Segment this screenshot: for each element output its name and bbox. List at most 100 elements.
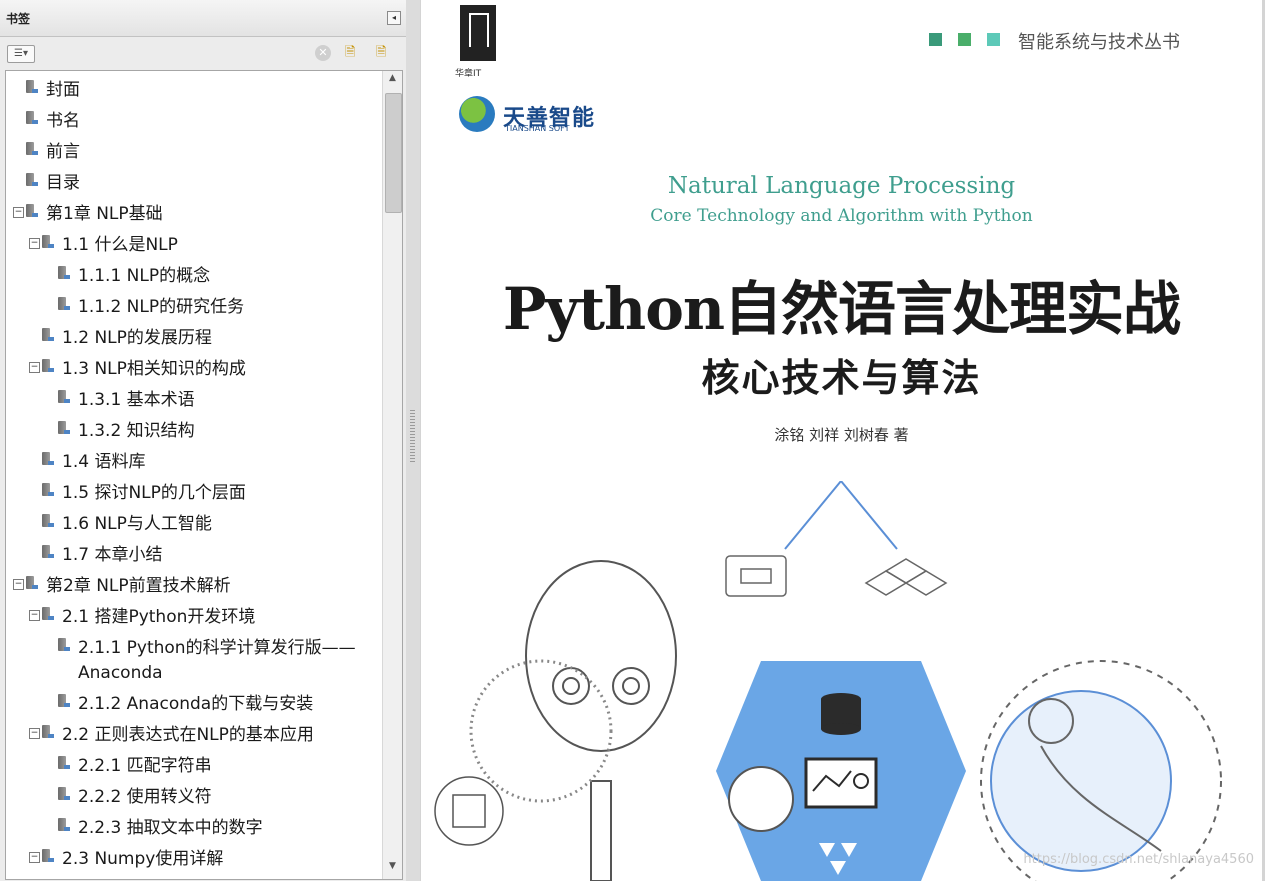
book-title: Python自然语言处理实战 (502, 275, 1181, 343)
bookmark-icon (42, 725, 54, 738)
bookmark-label: 1.7 本章小结 (62, 545, 163, 565)
bookmarks-panel: 书签 ◂ ☰▾ ✕ 🗎 🗎 封面书名前言目录 − 第1章 NLP基础 − 1.1 什么是… (0, 0, 407, 881)
expand-bookmark-icon[interactable]: 🗎 (376, 45, 394, 61)
bookmark-label: 2.1.2 Anaconda的下载与安装 (78, 694, 314, 714)
bookmark-icon (26, 576, 38, 589)
robot-hand-icon (980, 660, 1222, 881)
bookmark-icon (58, 390, 70, 403)
bookmark-label: 1.3 NLP相关知识的构成 (62, 359, 246, 379)
bookmark-icon (26, 173, 38, 186)
bookmark-icon (26, 80, 38, 93)
bookmark-icon (58, 266, 70, 279)
watermark-text: https://blog.csdn.net/shlanaya4560 (1023, 852, 1254, 867)
collapse-panel-button[interactable]: ◂ (387, 11, 401, 25)
new-bookmark-icon[interactable]: 🗎 (345, 45, 363, 61)
delete-bookmark-icon[interactable]: ✕ (315, 45, 331, 61)
grid-square-icon (434, 776, 504, 846)
bookmark-label: 第2章 NLP前置技术解析 (46, 576, 231, 596)
bookmark-label: 1.4 语料库 (62, 452, 146, 472)
bookmark-label: 2.1.1 Python的科学计算发行版—— (78, 638, 356, 658)
bookmark-label: 1.3.1 基本术语 (78, 390, 195, 410)
series-square-icon (929, 33, 942, 46)
bookmark-icon (26, 142, 38, 155)
robot-icon (525, 560, 677, 881)
bookmark-icon (42, 452, 54, 465)
head-profile-icon (728, 766, 794, 832)
bookmark-icon (58, 297, 70, 310)
publisher-logo-icon (460, 5, 496, 61)
bookmark-icon (58, 694, 70, 707)
bookmark-tree: 封面书名前言目录 − 第1章 NLP基础 − 1.1 什么是NLP 1.1.1 NLP的概… (5, 70, 403, 880)
bookmark-icon (42, 359, 54, 372)
bookmark-label: 1.1 什么是NLP (62, 235, 178, 255)
english-subtitle: Core Technology and Algorithm with Pytho… (650, 206, 1033, 226)
triangle-line-icon (784, 481, 898, 550)
series-square-icon (958, 33, 971, 46)
company-logo-icon (459, 96, 495, 132)
dot-pattern-icon (469, 659, 613, 803)
bookmark-label: 1.3.2 知识结构 (78, 421, 195, 441)
bookmark-icon (42, 328, 54, 341)
bookmarks-title: 书签 (6, 12, 31, 26)
collapse-toggle-icon[interactable]: − (13, 207, 24, 218)
publisher-logo-text: 华章IT (455, 69, 482, 79)
panel-splitter[interactable] (406, 0, 420, 881)
authors: 涂铭 刘祥 刘树春 著 (774, 426, 909, 444)
bookmark-icon (42, 483, 54, 496)
cubes-icon (864, 558, 948, 596)
bookmark-label-continued: Anaconda (78, 663, 163, 683)
bookmark-label: 1.2 NLP的发展历程 (62, 328, 212, 348)
company-name-en: TIANSHAN SOFT (505, 124, 570, 133)
bookmarks-header: 书签 ◂ (0, 0, 406, 37)
splitter-grip-icon[interactable] (410, 410, 415, 462)
bookmark-label: 1.1.2 NLP的研究任务 (78, 297, 245, 317)
bookmark-icon (42, 849, 54, 862)
bookmark-icon (42, 545, 54, 558)
bookmark-icon (58, 818, 70, 831)
bookmark-icon (58, 756, 70, 769)
bookmark-icon (26, 111, 38, 124)
collapse-toggle-icon[interactable]: − (13, 579, 24, 590)
bookmark-icon (58, 421, 70, 434)
bookmark-label: 目录 (46, 173, 80, 193)
cover-illustration (434, 481, 1222, 881)
bookmark-label: 书名 (46, 111, 80, 131)
bookmark-label: 前言 (46, 142, 80, 162)
book-subtitle: 核心技术与算法 (701, 356, 982, 400)
monitor-chart-icon (804, 757, 878, 809)
circuit-icon (725, 555, 787, 597)
collapse-toggle-icon[interactable]: − (29, 728, 40, 739)
bookmark-icon (58, 638, 70, 651)
bookmark-icon (26, 204, 38, 217)
scroll-up-icon[interactable]: ▲ (383, 73, 402, 89)
bookmark-label: 2.2.3 抽取文本中的数字 (78, 818, 263, 838)
bookmark-label: 2.2.2 使用转义符 (78, 787, 212, 807)
bookmark-label: 2.2 正则表达式在NLP的基本应用 (62, 725, 314, 745)
bookmark-label: 封面 (46, 80, 80, 100)
document-page: 华章IT 智能系统与技术丛书 天善智能 TIANSHAN SOFT Natura… (421, 0, 1262, 881)
collapse-toggle-icon[interactable]: − (29, 610, 40, 621)
scroll-down-icon[interactable]: ▼ (383, 861, 402, 877)
bookmark-label: 第1章 NLP基础 (46, 204, 163, 224)
bookmark-icon (42, 235, 54, 248)
scroll-thumb[interactable] (385, 93, 402, 213)
options-menu-button[interactable]: ☰▾ (7, 45, 35, 63)
database-icon (821, 693, 861, 735)
english-title: Natural Language Processing (667, 173, 1016, 199)
bookmarks-toolbar: ☰▾ ✕ 🗎 🗎 (0, 37, 406, 69)
collapse-toggle-icon[interactable]: − (29, 238, 40, 249)
bookmark-icon (58, 787, 70, 800)
bookmark-label: 2.3 Numpy使用详解 (62, 849, 224, 869)
collapse-toggle-icon[interactable]: − (29, 362, 40, 373)
series-name: 智能系统与技术丛书 (1018, 32, 1180, 53)
bookmark-label: 2.1 搭建Python开发环境 (62, 607, 256, 627)
collapse-toggle-icon[interactable]: − (29, 852, 40, 863)
bookmark-label: 1.5 探讨NLP的几个层面 (62, 483, 246, 503)
bookmark-icon (42, 514, 54, 527)
bookmark-label: 1.6 NLP与人工智能 (62, 514, 212, 534)
bookmark-icon (42, 607, 54, 620)
bookmark-label: 2.2.1 匹配字符串 (78, 756, 212, 776)
series-square-icon (987, 33, 1000, 46)
bookmark-label: 1.1.1 NLP的概念 (78, 266, 211, 286)
vertical-scrollbar[interactable]: ▲ ▼ (382, 71, 402, 879)
